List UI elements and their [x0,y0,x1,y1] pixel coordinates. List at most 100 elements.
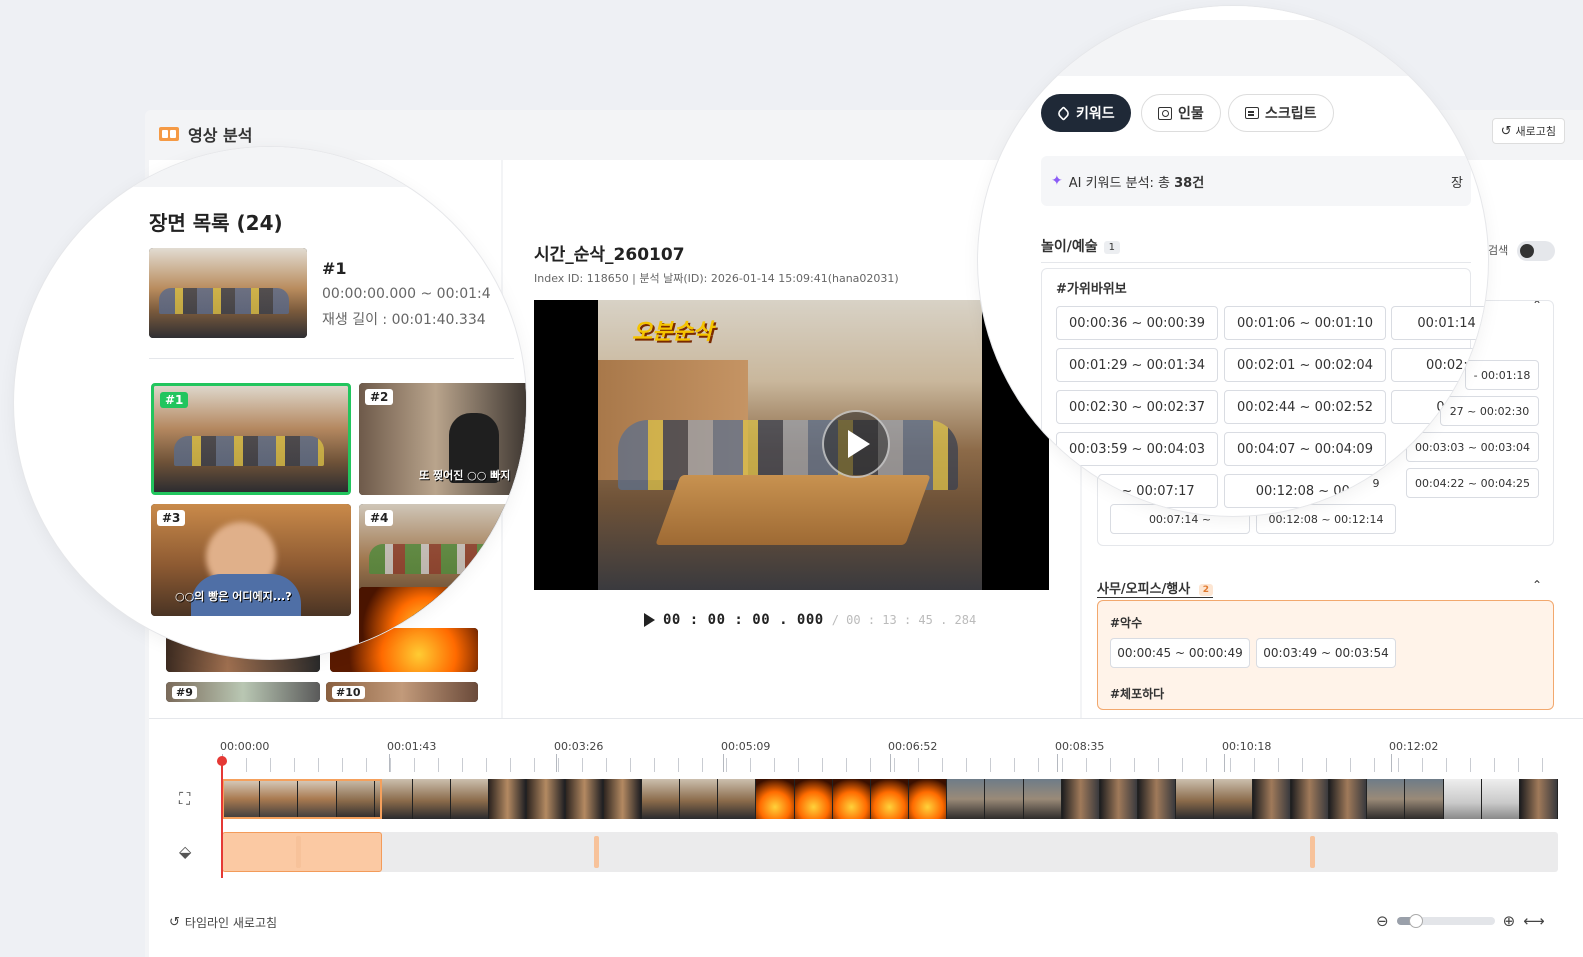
filmstrip-frame[interactable] [1061,779,1100,819]
filmstrip-frame[interactable] [794,779,833,819]
category-office[interactable]: 사무/오피스/행사 2 [1097,578,1214,598]
filmstrip-frame[interactable] [641,779,681,819]
filmstrip-frame[interactable] [222,779,261,819]
scene-thumb-label: #2 [365,389,394,405]
timestamp-chip[interactable]: 00:01:06 ~ 00:01:10 [1224,306,1386,340]
scene-thumb-7[interactable] [359,587,479,647]
refresh-label: 새로고침 [1515,125,1556,138]
current-time: 00 : 00 : 00 . 000 [663,612,824,628]
video-player[interactable]: 오분순삭 [534,300,1049,590]
zoom-in-icon[interactable]: ⊕ [1503,912,1516,930]
scene-thumb-3[interactable]: #3 ○○의 빵은 어디에지...? [151,504,351,616]
scene-thumb-9[interactable]: #9 [166,682,320,702]
ai-summary-trailing: 장 [1451,175,1463,191]
filmstrip-frame[interactable] [1328,779,1368,819]
scene-thumb-1[interactable]: #1 [151,383,351,495]
tab-person[interactable]: 인물 [1141,94,1221,132]
timeline-filmstrip[interactable] [222,779,1558,819]
tag-track-selection[interactable] [222,832,382,872]
timeline-refresh-button[interactable]: ↺ 타임라인 새로고침 [169,914,277,931]
featured-scene-thumb[interactable] [149,248,307,338]
play-icon[interactable] [822,410,890,478]
timeline-playhead[interactable] [217,756,227,878]
play-small-icon[interactable] [644,613,655,627]
filmstrip-frame[interactable] [870,779,910,819]
scene-detect-icon: ⛶ [179,789,191,808]
tab-keyword-label: 키워드 [1076,106,1115,122]
timestamp-chip[interactable]: 00:00:45 ~ 00:00:49 [1110,638,1250,668]
tab-script[interactable]: 스크립트 [1228,94,1334,132]
filmstrip-frame[interactable] [298,779,337,819]
timestamp-chip[interactable]: ~ 00:07:17 [1098,474,1218,508]
search-toggle[interactable] [1517,241,1555,261]
filmstrip-frame[interactable] [985,779,1024,819]
timeline-tick-label: 00:03:26 [554,740,604,753]
filmstrip-frame[interactable] [1481,779,1520,819]
filmstrip-frame[interactable] [1290,779,1329,819]
collapse-chevron-icon[interactable]: ⌃ [1532,578,1542,592]
filmstrip-frame[interactable] [680,779,719,819]
video-title: 시간_순삭_260107 [534,245,685,265]
filmstrip-frame[interactable] [374,779,413,819]
category-office-title: 사무/오피스/행사 [1097,582,1191,597]
tag-marker[interactable] [594,836,599,868]
timestamp-chip[interactable]: 00:02:2 [1391,348,1488,382]
filmstrip-frame[interactable] [603,779,642,819]
timestamp-chip[interactable]: 00:0 [1391,390,1488,424]
fit-width-icon[interactable]: ⟷ [1523,912,1545,930]
tab-keyword[interactable]: 키워드 [1041,94,1131,132]
zoom-slider-knob[interactable] [1409,914,1424,928]
tag-marker[interactable] [1310,836,1315,868]
scene-thumb-10[interactable]: #10 [326,682,478,702]
filmstrip-frame[interactable] [1023,779,1062,819]
timestamp-chip[interactable]: 00:02:01 ~ 00:02:04 [1224,348,1386,382]
filmstrip-frame[interactable] [489,779,528,819]
category-play[interactable]: 놀이/예술 1 [1041,236,1121,256]
filmstrip-frame[interactable] [527,779,566,819]
zoom-out-icon[interactable]: ⊖ [1376,912,1389,930]
tag-marker[interactable] [296,836,301,868]
filmstrip-frame[interactable] [1405,779,1444,819]
filmstrip-frame[interactable] [909,779,948,819]
timestamp-chip[interactable]: 00:00:36 ~ 00:00:39 [1056,306,1218,340]
filmstrip-frame[interactable] [451,779,490,819]
filmstrip-frame[interactable] [1443,779,1482,819]
tab-person-label: 인물 [1178,106,1204,122]
filmstrip-frame[interactable] [947,779,986,819]
filmstrip-frame[interactable] [832,779,871,819]
filmstrip-frame[interactable] [1252,779,1291,819]
filmstrip-frame[interactable] [1138,779,1177,819]
filmstrip-frame[interactable] [336,779,375,819]
filmstrip-frame[interactable] [1519,779,1558,819]
filmstrip-frame[interactable] [260,779,299,819]
timestamp-chip[interactable]: 00:02:30 ~ 00:02:37 [1056,390,1218,424]
timestamp-chip[interactable]: 00:01:14 - [1391,306,1488,340]
timestamp-chip[interactable]: 00:03:59 ~ 00:04:03 [1056,432,1218,466]
filmstrip-frame[interactable] [1367,779,1406,819]
timestamp-chip[interactable]: 00:12:08 ~ 00: [1224,474,1386,508]
timestamp-chip[interactable]: 00:02:44 ~ 00:02:52 [1224,390,1386,424]
timeline-ruler[interactable] [222,758,1558,772]
scene-thumb-label: #9 [172,686,197,699]
filmstrip-frame[interactable] [565,779,604,819]
filmstrip-frame[interactable] [1176,779,1215,819]
category-play-title: 놀이/예술 [1041,239,1098,255]
featured-scene-number: #1 [322,259,347,278]
filmstrip-frame[interactable] [718,779,757,819]
timestamp-chip[interactable]: 00:01:29 ~ 00:01:34 [1056,348,1218,382]
refresh-button[interactable]: ↺ 새로고침 [1491,118,1565,144]
timeline-tick-label: 00:08:35 [1055,740,1105,753]
scene-thumb-2[interactable]: #2 또 찢어진 ○○ 빠지 [359,383,526,495]
timestamp-chip[interactable]: 00:03:49 ~ 00:03:54 [1256,638,1396,668]
refresh-icon: ↺ [169,915,180,930]
scene-thumb-label: #1 [160,392,189,408]
filmstrip-frame[interactable] [1099,779,1139,819]
filmstrip-frame[interactable] [1214,779,1253,819]
sparkle-icon: ✦ [1051,173,1063,189]
keyword-label: #가위바위보 [1056,282,1127,297]
timestamp-chip[interactable]: 00:04:07 ~ 00:04:09 [1224,432,1386,466]
filmstrip-frame[interactable] [412,779,452,819]
zoom-slider[interactable] [1396,914,1495,928]
filmstrip-frame[interactable] [756,779,795,819]
tag-track[interactable] [222,832,1558,872]
